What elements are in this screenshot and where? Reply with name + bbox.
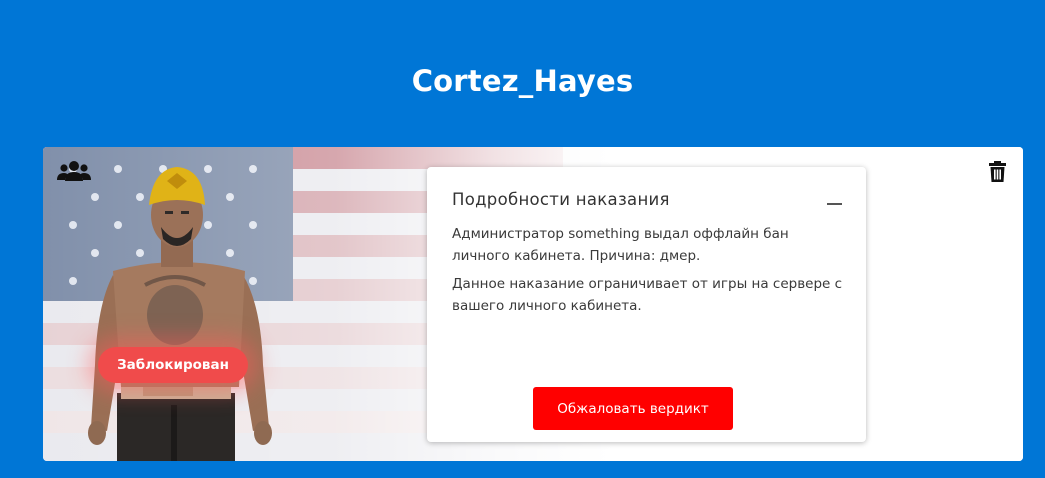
punishment-restriction: Данное наказание ограничивает от игры на… <box>452 276 843 314</box>
username-title: Cortez_Hayes <box>411 64 634 98</box>
status-badge: Заблокирован <box>98 347 248 383</box>
users-icon[interactable] <box>57 160 91 182</box>
punishment-details-text: Администратор something выдал оффлайн ба… <box>452 223 847 323</box>
punishment-details-title: Подробности наказания <box>452 190 670 209</box>
profile-card: Заблокирован Подробности наказания Админ… <box>43 147 1023 461</box>
appeal-button[interactable]: Обжаловать вердикт <box>533 387 733 430</box>
page: Cortez_Hayes Заблокирован Подробности на… <box>0 0 1045 478</box>
punishment-description: Администратор something выдал оффлайн ба… <box>452 226 789 264</box>
collapse-icon[interactable] <box>827 203 842 205</box>
trash-icon[interactable] <box>989 161 1006 182</box>
character-avatar <box>88 167 272 461</box>
punishment-details-panel: Подробности наказания Администратор some… <box>427 167 866 442</box>
